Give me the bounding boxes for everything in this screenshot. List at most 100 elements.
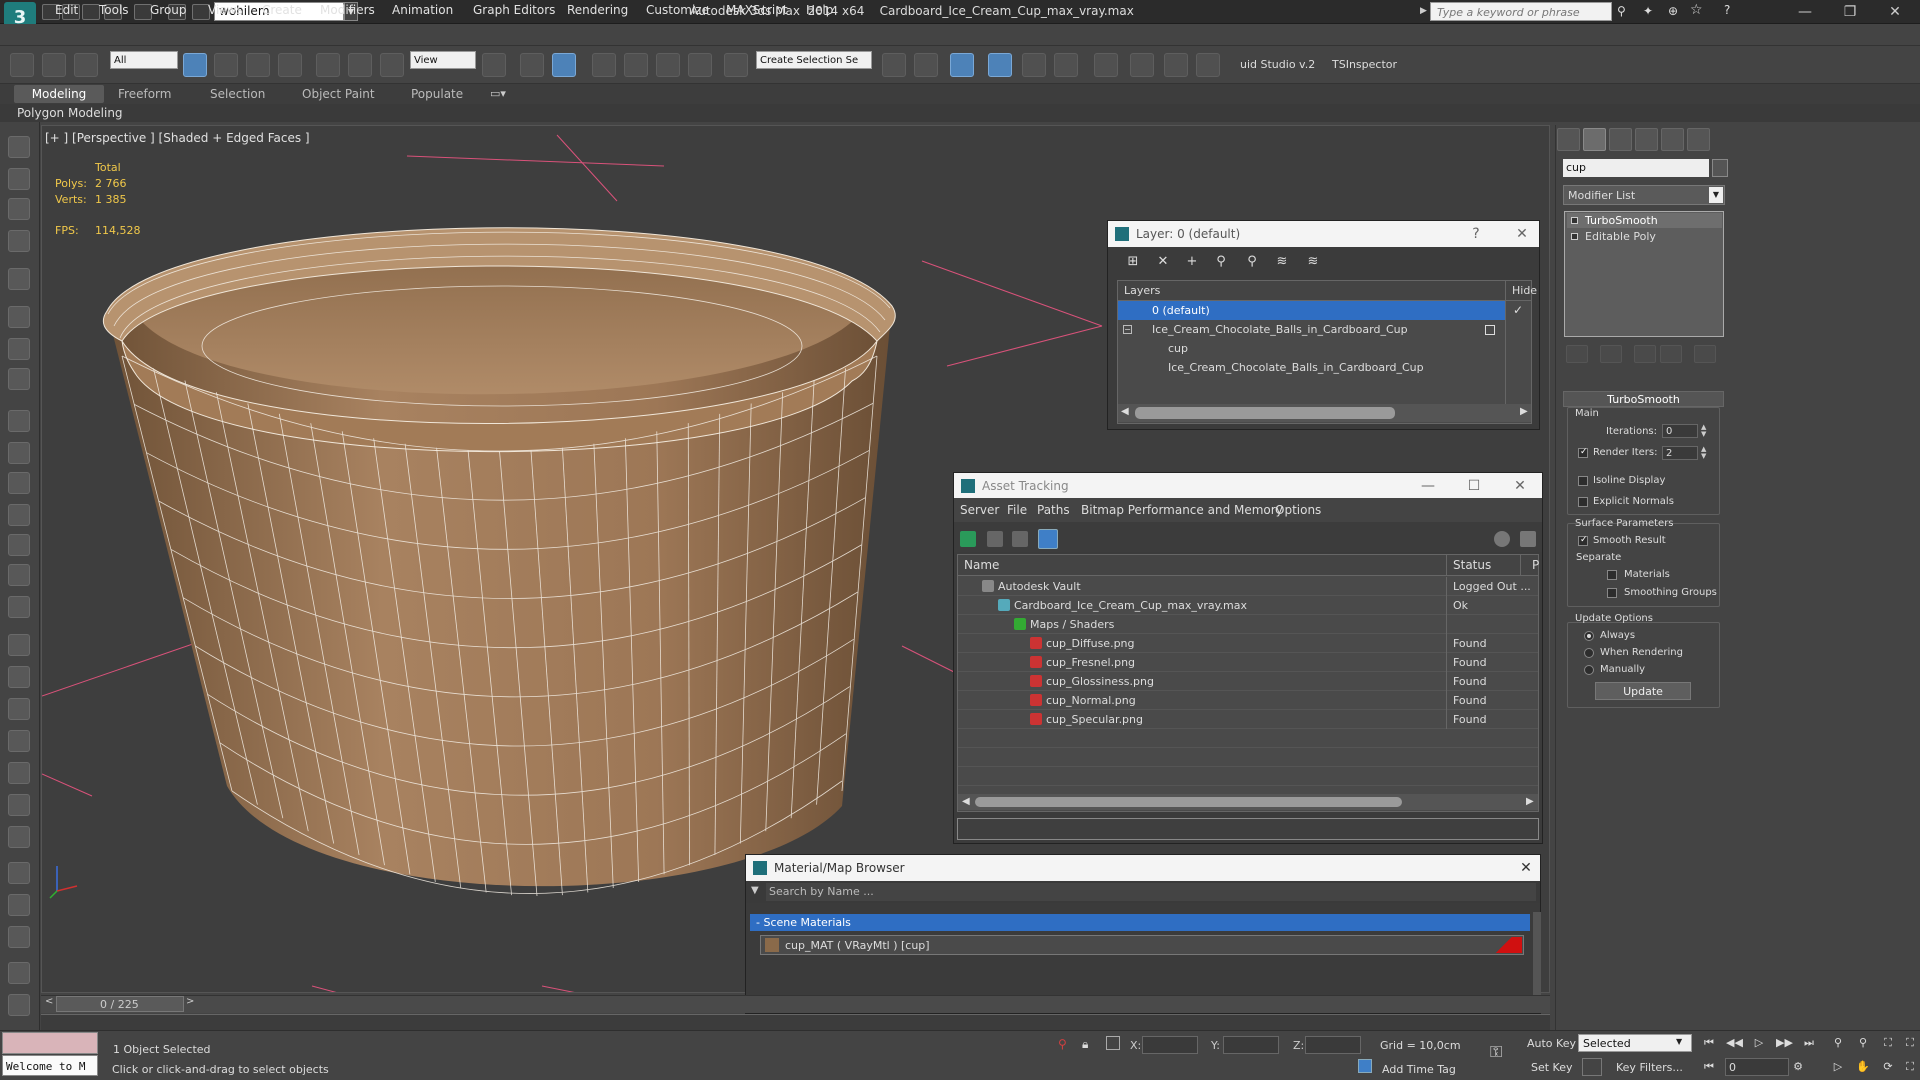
scale-icon[interactable] — [380, 53, 404, 77]
create-geometry-icon[interactable] — [8, 136, 30, 158]
object-color-swatch[interactable] — [1712, 159, 1728, 177]
move-icon[interactable] — [316, 53, 340, 77]
help-icon[interactable]: ? — [1724, 3, 1730, 17]
make-unique-icon[interactable] — [1634, 345, 1656, 363]
save-icon[interactable] — [82, 4, 100, 20]
chevron-down-icon[interactable]: ▼ — [1709, 187, 1723, 203]
render-iters-spinner[interactable]: 2 — [1662, 446, 1698, 460]
rendered-frame-window-icon[interactable] — [1164, 53, 1188, 77]
ribbon-polygon-modeling[interactable]: Polygon Modeling — [17, 106, 123, 120]
layer-row-default[interactable]: 0 (default) — [1118, 301, 1505, 320]
smoothing-groups-checkbox[interactable] — [1607, 588, 1617, 598]
scroll-right-icon[interactable]: ▶ — [1526, 796, 1534, 807]
select-in-layer-icon[interactable]: ⚲ — [1212, 253, 1230, 271]
global-illumination-icon[interactable] — [8, 730, 30, 752]
field-of-view-icon[interactable]: ▷ — [1830, 1059, 1846, 1075]
render-iters-checkbox[interactable] — [1578, 447, 1588, 458]
display-icon[interactable] — [8, 168, 30, 190]
status-column-header[interactable]: Status — [1453, 555, 1491, 576]
update-button[interactable]: Update — [1595, 682, 1691, 700]
set-key-button[interactable]: Set Key — [1531, 1061, 1573, 1074]
collapse-minus-icon[interactable]: − — [1123, 325, 1132, 334]
select-by-name-icon[interactable] — [214, 53, 238, 77]
asset-menu-options[interactable]: Options — [1275, 503, 1321, 517]
spinner-arrows-icon[interactable]: ▲ ▼ — [1701, 446, 1706, 460]
rotate-icon[interactable] — [348, 53, 372, 77]
maximize-icon[interactable]: ☐ — [1464, 476, 1484, 496]
hierarchy-tab-icon[interactable] — [1609, 128, 1632, 151]
help-icon[interactable]: ? — [1466, 224, 1486, 244]
motion-tab-icon[interactable] — [1635, 128, 1658, 151]
material-browser-title[interactable]: Material/Map Browser — [746, 855, 1540, 881]
display-tab-icon[interactable] — [1661, 128, 1684, 151]
material-editor-icon[interactable] — [1094, 53, 1118, 77]
schematic-view-icon[interactable] — [1054, 53, 1078, 77]
layers-column-header[interactable]: Layers — [1118, 281, 1531, 301]
keyboard-shortcut-override-icon[interactable] — [552, 53, 576, 77]
layer-row-cup[interactable]: cup — [1118, 339, 1531, 358]
scrollbar-thumb[interactable] — [975, 797, 1402, 807]
play-icon[interactable]: ▷ — [1751, 1035, 1767, 1051]
selection-set-dropdown[interactable]: Selected — [1578, 1034, 1692, 1052]
asset-row[interactable]: Cardboard_Ice_Cream_Cup_max_vray.max Ok — [958, 596, 1538, 615]
list-view-icon[interactable] — [987, 531, 1003, 547]
camera-icon[interactable] — [8, 306, 30, 328]
add-to-layer-icon[interactable]: + — [1183, 253, 1201, 271]
layer-row-ice-cream-object[interactable]: Ice_Cream_Chocolate_Balls_in_Cardboard_C… — [1118, 358, 1531, 377]
hide-column-header[interactable]: Hide — [1512, 281, 1537, 301]
help-circle-icon[interactable] — [8, 994, 30, 1016]
asset-row[interactable]: Autodesk Vault Logged Out ... — [958, 577, 1538, 596]
material-search-input[interactable]: Search by Name ... — [766, 883, 1536, 901]
box-primitive-icon[interactable] — [8, 410, 30, 432]
menu-rendering[interactable]: Rendering — [567, 3, 628, 17]
add-time-tag-button[interactable]: Add Time Tag — [1382, 1063, 1456, 1076]
viewport-label-menu[interactable]: [+ ] [Perspective ] [Shaded + Edged Face… — [45, 131, 310, 145]
go-to-end-icon[interactable]: ⏭ — [1801, 1035, 1817, 1051]
layer-manager-icon[interactable] — [950, 53, 974, 77]
active-layer-check-icon[interactable]: ✓ — [1513, 303, 1523, 317]
spinner-arrows-icon[interactable]: ▲ ▼ — [1701, 424, 1706, 438]
smooth-result-checkbox[interactable] — [1578, 535, 1588, 546]
go-to-start-icon[interactable]: ⏮ — [1701, 1035, 1717, 1051]
key-filters-button[interactable]: Key Filters... — [1616, 1061, 1683, 1074]
foliage-icon[interactable] — [8, 762, 30, 784]
z-coord-field[interactable] — [1305, 1036, 1361, 1054]
torus-primitive-icon[interactable] — [8, 472, 30, 494]
tab-modeling[interactable]: Modeling — [14, 85, 104, 103]
asset-menu-file[interactable]: File — [1007, 503, 1027, 517]
plugin-button-tsinspector[interactable]: TSInspector — [1332, 58, 1397, 71]
object-name-field[interactable]: cup — [1563, 159, 1709, 177]
curve-editor-icon[interactable] — [1022, 53, 1046, 77]
key-mode-toggle-icon[interactable]: ⏮ — [1701, 1059, 1717, 1075]
zoom-icon[interactable]: ⚲ — [1830, 1035, 1846, 1051]
select-manipulate-icon[interactable] — [520, 53, 544, 77]
lightbulb-icon[interactable] — [1571, 217, 1578, 224]
menu-edit[interactable]: Edit — [55, 3, 78, 17]
highlight-layer-icon[interactable]: ⚲ — [1243, 253, 1261, 271]
menu-group[interactable]: Group — [150, 3, 187, 17]
render-setup-icon[interactable] — [1130, 53, 1154, 77]
menu-customize[interactable]: Customize — [646, 3, 709, 17]
select-object-icon[interactable] — [183, 53, 207, 77]
unlink-icon[interactable] — [42, 53, 66, 77]
link-icon[interactable] — [10, 53, 34, 77]
scroll-left-icon[interactable]: ◀ — [962, 796, 970, 807]
asset-row[interactable]: cup_Fresnel.png Found — [958, 653, 1538, 672]
isoline-display-checkbox[interactable] — [1578, 476, 1588, 486]
auto-key-button[interactable]: Auto Key — [1527, 1037, 1576, 1050]
layer-row-ice-cream[interactable]: Ice_Cream_Chocolate_Balls_in_Cardboard_C… — [1118, 320, 1531, 339]
iterations-spinner[interactable]: 0 — [1662, 424, 1698, 438]
time-slider-prev-icon[interactable]: < — [45, 996, 53, 1007]
bones-icon[interactable] — [8, 698, 30, 720]
menu-help[interactable]: Help — [806, 3, 833, 17]
ribbon-options-icon[interactable]: ▭▾ — [490, 87, 506, 100]
time-tag-icon[interactable] — [1358, 1059, 1372, 1073]
materials-checkbox[interactable] — [1607, 570, 1617, 580]
modify-tab-icon[interactable] — [1583, 128, 1606, 151]
asset-menu-server[interactable]: Server — [960, 503, 999, 517]
cone-primitive-icon[interactable] — [8, 534, 30, 556]
light-icon[interactable] — [8, 268, 30, 290]
scrollbar-thumb[interactable] — [1135, 407, 1395, 419]
create-layer-icon[interactable]: ⊞ — [1124, 253, 1142, 271]
maximize-viewport-icon[interactable]: ⛶ — [1902, 1059, 1918, 1075]
